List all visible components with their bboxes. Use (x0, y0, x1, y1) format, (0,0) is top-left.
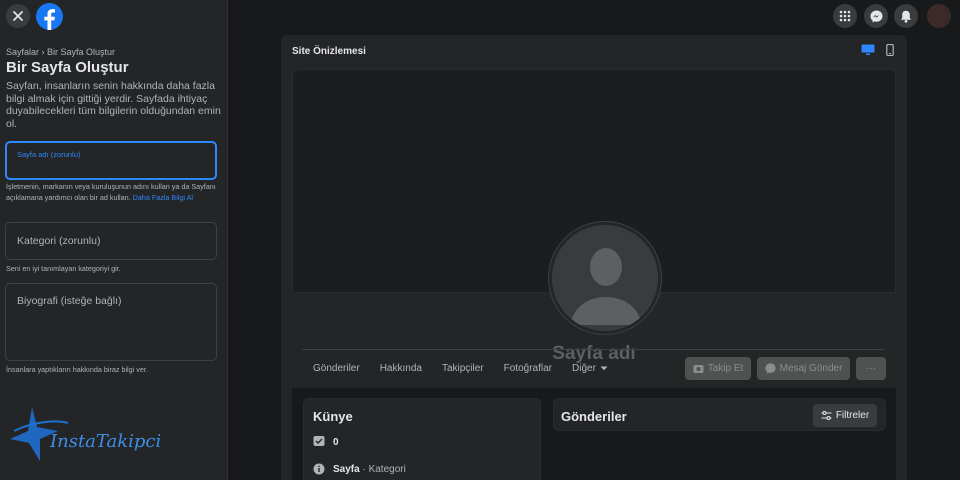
close-icon (13, 11, 23, 21)
bio-help: İnsanlara yaptıkların hakkında biraz bil… (6, 365, 148, 374)
messenger-icon (870, 10, 882, 22)
learn-more-link[interactable]: Daha Fazla Bilgi Al (133, 193, 193, 202)
messenger-icon (765, 363, 776, 374)
more-options-label: ··· (866, 363, 876, 374)
desktop-icon[interactable] (861, 44, 875, 56)
mobile-icon[interactable] (886, 44, 894, 56)
followers-count: 0 (333, 437, 339, 448)
menu-button[interactable] (833, 4, 857, 28)
facebook-logo[interactable] (36, 3, 63, 30)
tab-more[interactable]: Diğer (572, 363, 596, 374)
check-icon (313, 436, 325, 446)
chevron-down-icon (600, 366, 608, 371)
app-root: Sayfalar › Bir Sayfa Oluştur Bir Sayfa O… (0, 0, 960, 480)
page-name-label: Sayfa adı (zorunlu) (17, 150, 81, 159)
profile-picture (549, 222, 661, 334)
send-message-label: Mesaj Gönder (779, 363, 843, 374)
follow-button[interactable]: Takip Et (685, 357, 751, 380)
info-card: Künye 0 Sayfa · Kategori (303, 398, 541, 480)
filters-button[interactable]: Filtreler (813, 404, 877, 427)
tab-followers[interactable]: Takipçiler (442, 363, 484, 374)
intro-text: Sayfan, insanların senin hakkında daha f… (6, 80, 221, 130)
svg-text:InstaTakipci: InstaTakipci (49, 431, 160, 452)
watermark-logo: InstaTakipci (10, 405, 161, 470)
account-avatar[interactable] (927, 4, 951, 28)
notification-bell-icon (900, 10, 912, 23)
info-icon (313, 463, 325, 475)
category-label: · Kategori (359, 464, 406, 475)
preview-title: Site Önizlemesi (292, 46, 366, 57)
follow-icon (693, 364, 704, 373)
category-input[interactable]: Kategori (zorunlu) (5, 222, 217, 260)
send-message-button[interactable]: Mesaj Gönder (757, 357, 850, 380)
more-options-button[interactable]: ··· (856, 357, 886, 380)
tab-about[interactable]: Hakkında (380, 363, 422, 374)
breadcrumb: Sayfalar › Bir Sayfa Oluştur (6, 47, 116, 57)
page-label: Sayfa (333, 464, 360, 475)
filter-icon (821, 411, 832, 420)
messenger-button[interactable] (864, 4, 888, 28)
posts-card-title: Gönderiler (561, 409, 627, 424)
tab-photos[interactable]: Fotoğraflar (504, 363, 552, 374)
menu-grid-icon (839, 10, 851, 22)
page-title: Bir Sayfa Oluştur (6, 59, 129, 76)
tab-posts[interactable]: Gönderiler (313, 363, 360, 374)
page-name-input[interactable]: Sayfa adı (zorunlu) (5, 141, 217, 180)
page-name-help: İşletmenin, markanın veya kuruluşunun ad… (6, 182, 222, 203)
info-card-title: Künye (313, 409, 353, 424)
bio-input[interactable]: Biyografi (isteğe bağlı) (5, 283, 217, 361)
page-category-row: Sayfa · Kategori (333, 464, 406, 475)
follow-label: Takip Et (707, 363, 744, 374)
notifications-button[interactable] (894, 4, 918, 28)
bio-placeholder: Biyografi (isteğe bağlı) (17, 295, 122, 307)
page-tabs: Gönderiler Hakkında Takipçiler Fotoğrafl… (313, 363, 608, 374)
filters-label: Filtreler (835, 410, 870, 421)
default-avatar-icon (552, 225, 658, 331)
header-divider (302, 349, 884, 350)
close-button[interactable] (6, 4, 30, 28)
category-placeholder: Kategori (zorunlu) (17, 235, 101, 247)
sidebar: Sayfalar › Bir Sayfa Oluştur Bir Sayfa O… (0, 0, 228, 480)
page-header-card: Sayfa adı (292, 69, 896, 388)
facebook-icon (44, 9, 55, 30)
category-help: Seni en iyi tanımlayan kategoriyi gir. (6, 264, 121, 273)
